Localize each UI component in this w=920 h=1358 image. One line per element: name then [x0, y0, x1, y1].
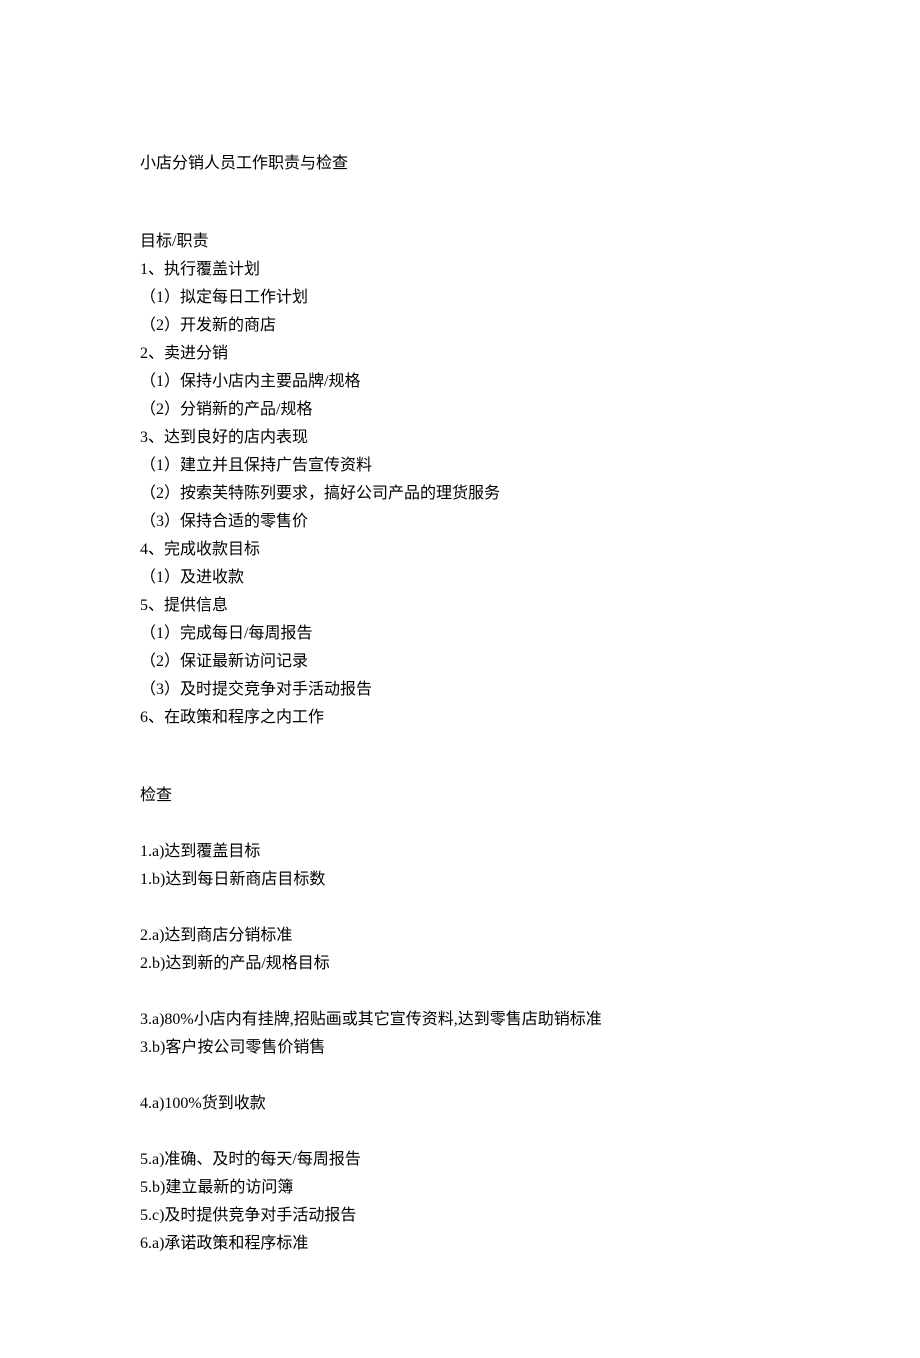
- group-spacer: [140, 1118, 780, 1146]
- group-spacer: [140, 978, 780, 1006]
- document-title: 小店分销人员工作职责与检查: [140, 150, 780, 178]
- section2-item: 1.b)达到每日新商店目标数: [140, 866, 780, 894]
- section1-item: 1、执行覆盖计划: [140, 256, 780, 284]
- section1-item: （1）建立并且保持广告宣传资料: [140, 452, 780, 480]
- section2-item: 4.a)100%货到收款: [140, 1090, 780, 1118]
- section2-item: 2.a)达到商店分销标准: [140, 922, 780, 950]
- section2-item: 3.a)80%小店内有挂牌,招贴画或其它宣传资料,达到零售店助销标准: [140, 1006, 780, 1034]
- section2-item: 2.b)达到新的产品/规格目标: [140, 950, 780, 978]
- section1-item: （3）保持合适的零售价: [140, 508, 780, 536]
- group-spacer: [140, 1062, 780, 1090]
- section1-item: （1）保持小店内主要品牌/规格: [140, 368, 780, 396]
- section2-item: 5.b)建立最新的访问簿: [140, 1174, 780, 1202]
- group-spacer: [140, 894, 780, 922]
- section1-item: 2、卖进分销: [140, 340, 780, 368]
- section1-item: 4、完成收款目标: [140, 536, 780, 564]
- section1-item: （1）拟定每日工作计划: [140, 284, 780, 312]
- section1-item: 6、在政策和程序之内工作: [140, 704, 780, 732]
- section1-item: （2）保证最新访问记录: [140, 648, 780, 676]
- section1-item: （2）开发新的商店: [140, 312, 780, 340]
- section2-groups: 1.a)达到覆盖目标1.b)达到每日新商店目标数 2.a)达到商店分销标准2.b)…: [140, 838, 780, 1258]
- section2-header: 检查: [140, 782, 780, 810]
- section1-item: 3、达到良好的店内表现: [140, 424, 780, 452]
- section1-item: （2）按索芙特陈列要求，搞好公司产品的理货服务: [140, 480, 780, 508]
- section1-header: 目标/职责: [140, 228, 780, 256]
- section2-item: 1.a)达到覆盖目标: [140, 838, 780, 866]
- section1-items: 1、执行覆盖计划（1）拟定每日工作计划（2）开发新的商店2、卖进分销（1）保持小…: [140, 256, 780, 732]
- section2-item: 6.a)承诺政策和程序标准: [140, 1230, 780, 1258]
- section1-item: （2）分销新的产品/规格: [140, 396, 780, 424]
- section1-item: （1）及进收款: [140, 564, 780, 592]
- section2-item: 3.b)客户按公司零售价销售: [140, 1034, 780, 1062]
- section2-item: 5.c)及时提供竞争对手活动报告: [140, 1202, 780, 1230]
- section2-item: 5.a)准确、及时的每天/每周报告: [140, 1146, 780, 1174]
- section1-item: （1）完成每日/每周报告: [140, 620, 780, 648]
- section1-item: （3）及时提交竞争对手活动报告: [140, 676, 780, 704]
- section1-item: 5、提供信息: [140, 592, 780, 620]
